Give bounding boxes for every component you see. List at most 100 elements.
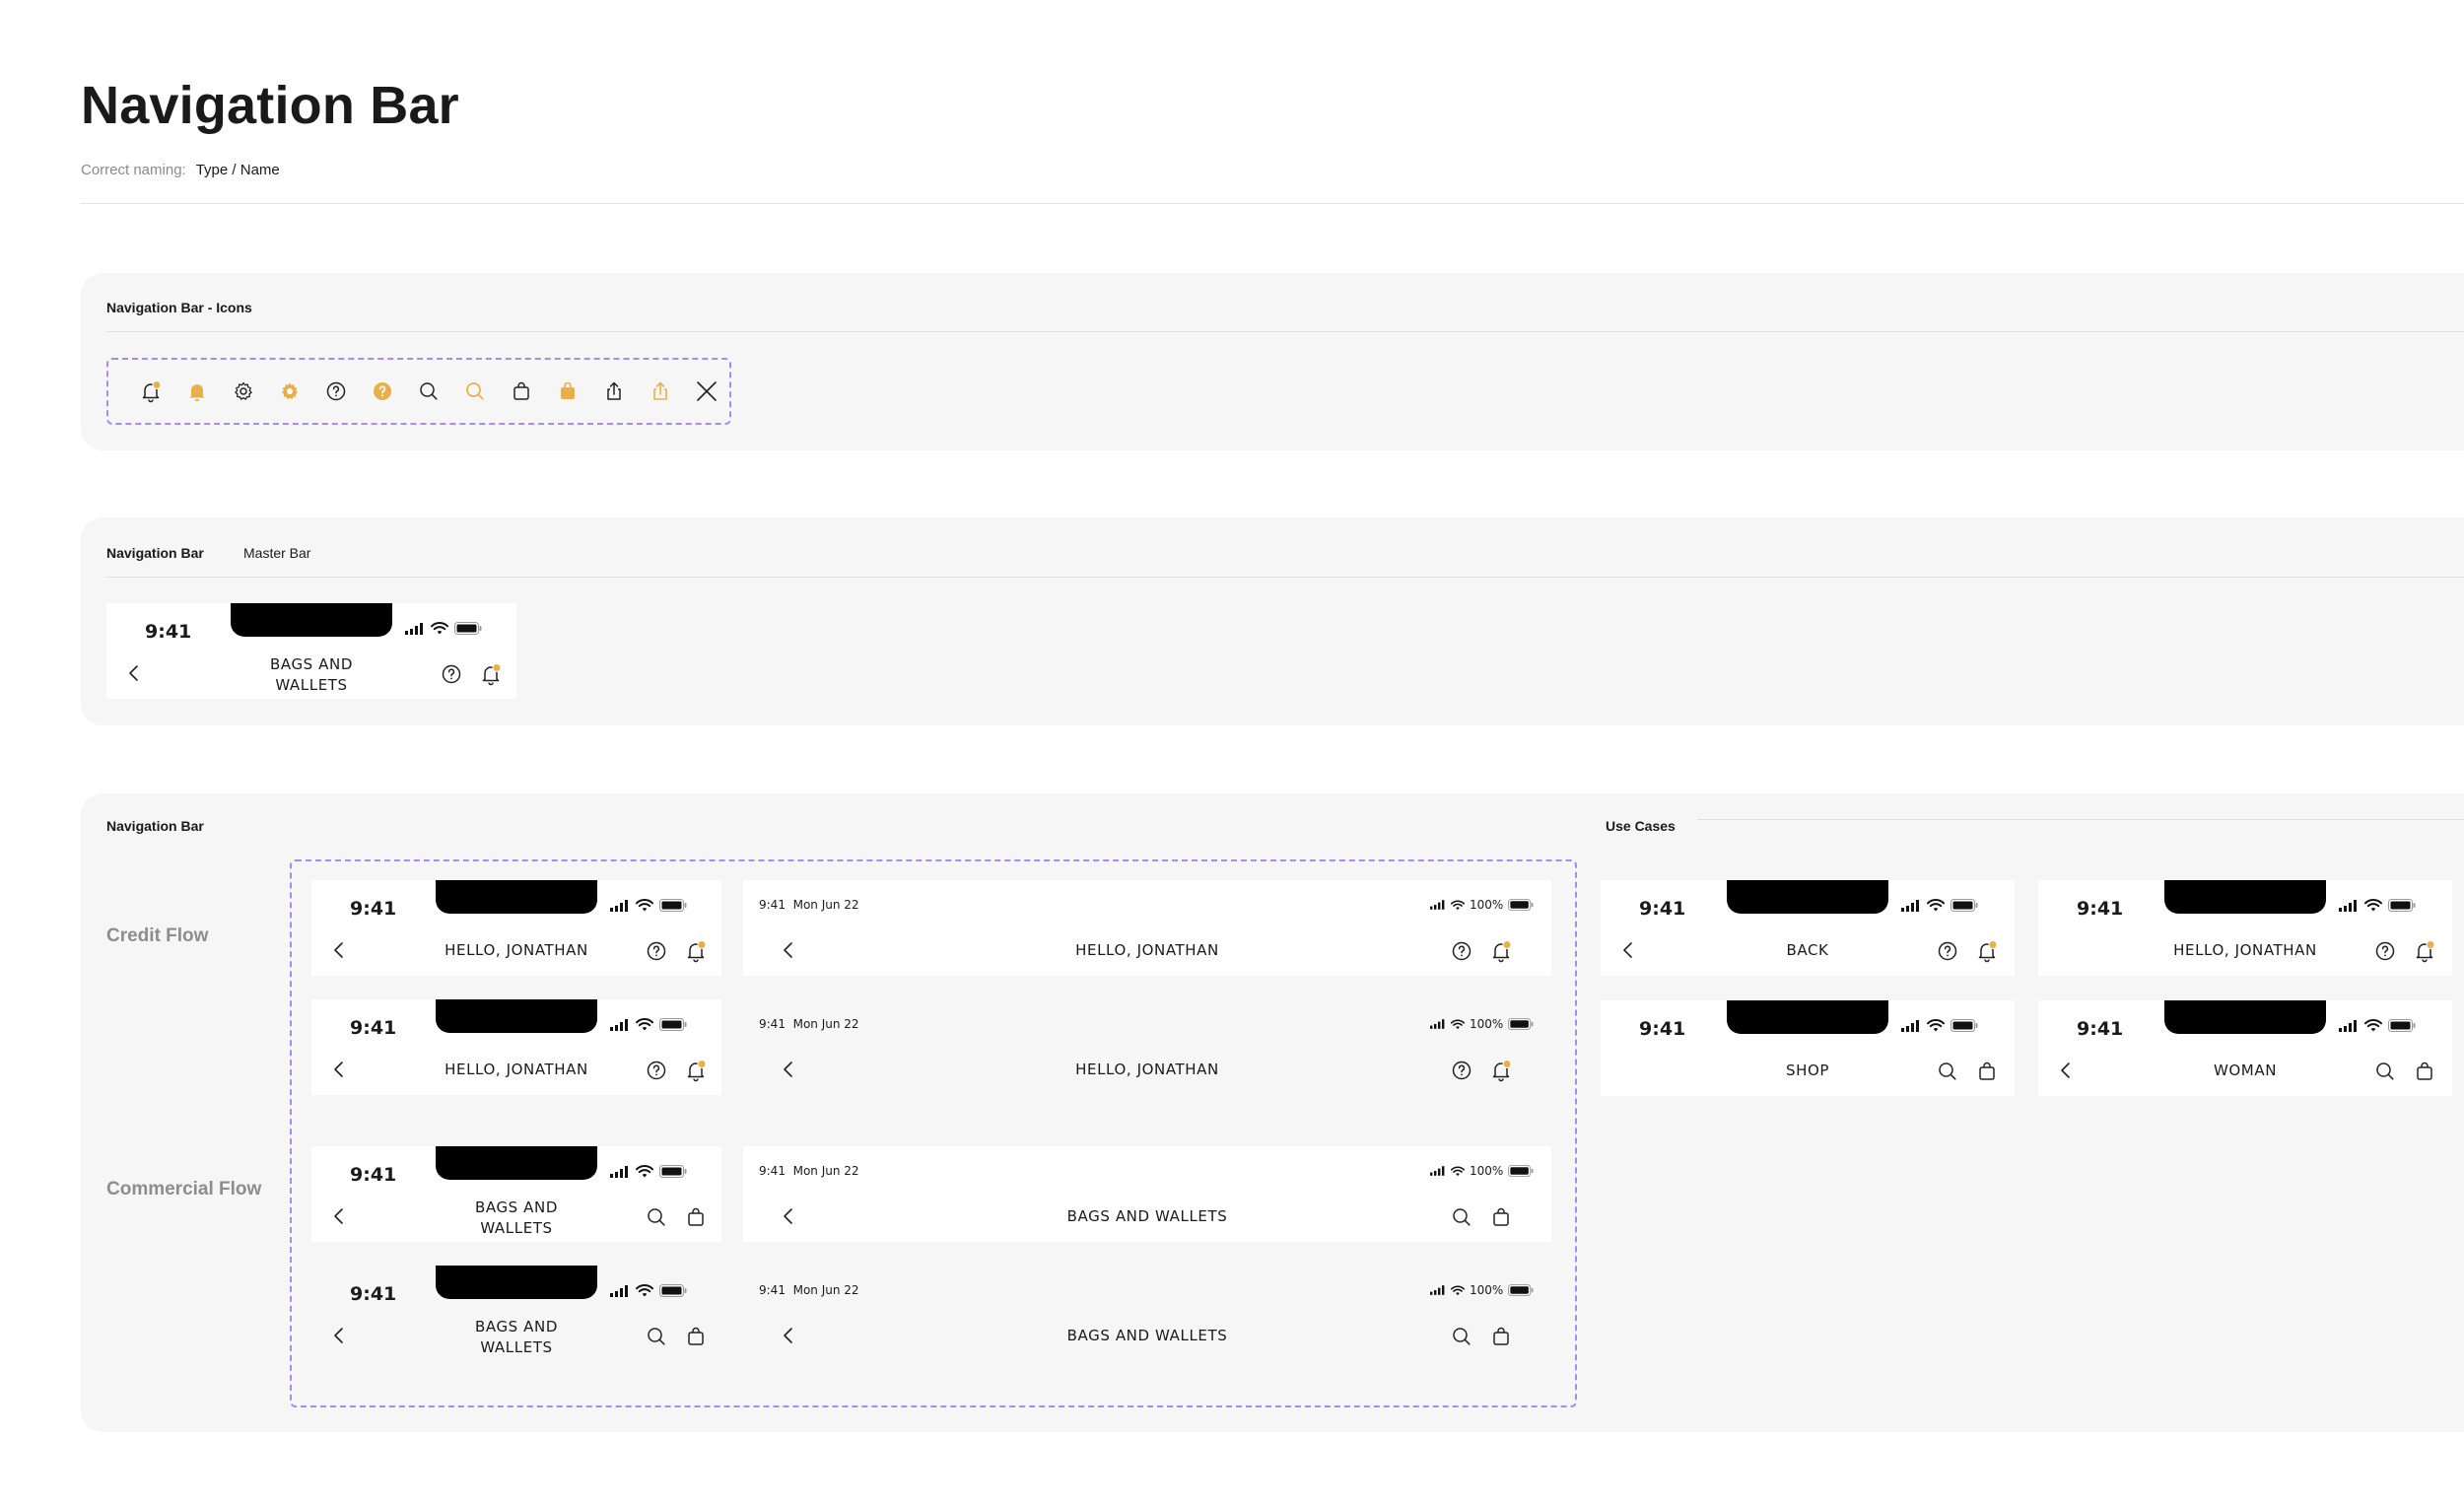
bell-badge-icon[interactable]	[684, 1059, 708, 1082]
share-accent-icon[interactable]	[637, 369, 683, 415]
bag-filled-icon[interactable]	[544, 369, 590, 415]
bell-badge-icon[interactable]	[479, 662, 503, 686]
status-time: 9:41	[759, 1164, 786, 1178]
nav-actions	[1936, 1060, 1999, 1083]
search-icon[interactable]	[2373, 1060, 2397, 1083]
nav-title: HELLO, JONATHAN	[2173, 941, 2317, 959]
bag-icon[interactable]	[684, 1205, 708, 1229]
back-arrow-icon[interactable]	[779, 1060, 798, 1079]
search-accent-icon[interactable]	[451, 369, 498, 415]
nav-title: HELLO, JONATHAN	[1075, 941, 1219, 959]
status-icons	[610, 1284, 687, 1297]
signal-icon	[1430, 900, 1446, 910]
back-arrow-icon[interactable]	[779, 1326, 798, 1345]
back-arrow-icon[interactable]	[779, 940, 798, 960]
bell-badge-icon[interactable]	[1975, 939, 1999, 963]
gear-filled-icon[interactable]	[267, 369, 313, 415]
naming-hint: Correct naming: Type / Name	[81, 162, 280, 178]
icon-set-frame	[106, 358, 731, 425]
status-icons	[2339, 1019, 2416, 1032]
back-arrow-icon[interactable]	[329, 940, 349, 960]
status-date: Mon Jun 22	[792, 1164, 859, 1178]
help-icon[interactable]	[1450, 939, 1473, 963]
master-panel-heading: Navigation Bar	[106, 545, 204, 561]
bell-badge-icon[interactable]	[128, 369, 174, 415]
nav-title: BACK	[1786, 941, 1829, 959]
nav-title: BAGS AND WALLETS	[436, 1317, 597, 1358]
wifi-icon	[1451, 900, 1465, 911]
search-icon[interactable]	[1450, 1205, 1473, 1229]
help-icon[interactable]	[440, 662, 463, 686]
wifi-icon	[636, 1284, 653, 1297]
master-nav-bar: 9:41 BAGS AND WALLETS	[106, 603, 516, 699]
bag-icon[interactable]	[1975, 1060, 1999, 1083]
wifi-icon	[431, 622, 448, 635]
bell-badge-icon[interactable]	[684, 939, 708, 963]
help-icon[interactable]	[2373, 939, 2397, 963]
icons-panel-rule	[106, 331, 2464, 332]
notch	[2164, 880, 2326, 914]
status-time: 9:41	[1639, 898, 1686, 920]
help-icon[interactable]	[645, 1059, 668, 1082]
search-outline-icon[interactable]	[406, 369, 452, 415]
signal-icon	[1901, 900, 1921, 912]
status-icons: 100%	[1430, 1017, 1534, 1031]
back-arrow-icon[interactable]	[779, 1206, 798, 1226]
use-case-shop-bar: 9:41 SHOP	[1601, 1000, 2015, 1096]
back-arrow-icon[interactable]	[2056, 1061, 2076, 1080]
wifi-icon	[636, 1018, 653, 1031]
battery-icon	[2388, 899, 2416, 912]
bell-badge-icon[interactable]	[1489, 939, 1513, 963]
help-icon[interactable]	[1936, 939, 1959, 963]
back-arrow-icon[interactable]	[1618, 940, 1638, 960]
bag-icon[interactable]	[684, 1325, 708, 1348]
signal-icon	[2339, 1020, 2359, 1032]
notch	[2164, 1000, 2326, 1034]
notch	[436, 880, 597, 914]
back-arrow-icon[interactable]	[329, 1206, 349, 1226]
help-icon[interactable]	[1450, 1059, 1473, 1082]
nav-actions	[645, 1205, 708, 1229]
search-icon[interactable]	[1936, 1060, 1959, 1083]
wifi-icon	[1927, 899, 1945, 912]
nav-title-line1: BAGS AND	[269, 655, 354, 673]
help-filled-icon[interactable]	[360, 369, 406, 415]
bell-badge-icon[interactable]	[2413, 939, 2436, 963]
battery-icon	[2388, 1019, 2416, 1032]
search-icon[interactable]	[645, 1325, 668, 1348]
notch	[231, 603, 392, 637]
share-outline-icon[interactable]	[590, 369, 637, 415]
header-divider	[81, 203, 2464, 204]
bag-outline-icon[interactable]	[498, 369, 544, 415]
search-icon[interactable]	[1450, 1325, 1473, 1348]
wifi-icon	[636, 1165, 653, 1178]
bag-icon[interactable]	[1489, 1325, 1513, 1348]
battery-icon	[1508, 899, 1534, 911]
status-time: 9:41	[350, 898, 397, 920]
battery-percent: 100%	[1470, 1164, 1504, 1178]
search-icon[interactable]	[645, 1205, 668, 1229]
signal-icon	[2339, 900, 2359, 912]
battery-icon	[1508, 1165, 1534, 1177]
gear-outline-icon[interactable]	[221, 369, 267, 415]
nav-actions	[1450, 939, 1513, 963]
signal-icon	[610, 1166, 630, 1178]
nav-actions	[2373, 1060, 2436, 1083]
bag-icon[interactable]	[2413, 1060, 2436, 1083]
nav-title: SHOP	[1785, 1062, 1830, 1079]
wifi-icon	[1451, 1285, 1465, 1296]
close-icon[interactable]	[683, 369, 729, 415]
bag-icon[interactable]	[1489, 1205, 1513, 1229]
bell-badge-icon[interactable]	[1489, 1059, 1513, 1082]
help-icon[interactable]	[645, 939, 668, 963]
naming-value: Type / Name	[195, 162, 280, 178]
back-arrow-icon[interactable]	[329, 1326, 349, 1345]
help-outline-icon[interactable]	[313, 369, 360, 415]
bell-filled-icon[interactable]	[174, 369, 221, 415]
back-arrow-icon[interactable]	[124, 663, 144, 683]
battery-icon	[1508, 1018, 1534, 1030]
nav-actions	[1936, 939, 1999, 963]
status-icons	[610, 899, 687, 912]
back-arrow-icon[interactable]	[329, 1060, 349, 1079]
nav-actions	[440, 662, 503, 686]
